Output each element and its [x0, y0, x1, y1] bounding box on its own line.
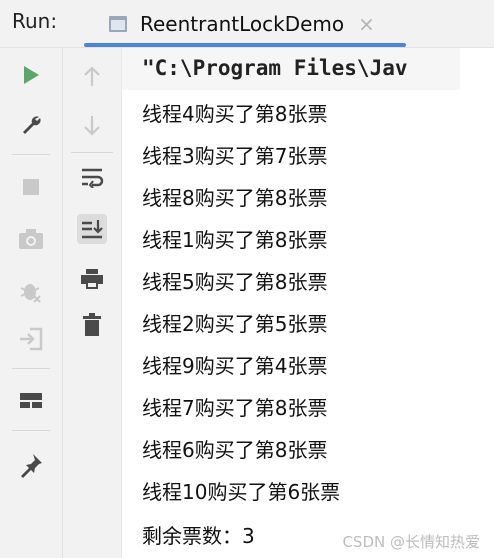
print-icon[interactable] [77, 264, 107, 294]
login-icon[interactable] [16, 324, 46, 354]
pin-icon[interactable] [16, 450, 46, 480]
console-line: 线程7购买了第8张票 [142, 396, 328, 420]
camera-icon[interactable] [16, 224, 46, 254]
run-label: Run: [12, 9, 58, 33]
console-line: 线程4购买了第8张票 [142, 102, 328, 126]
trash-icon[interactable] [77, 310, 107, 340]
console-line: 线程6购买了第8张票 [142, 438, 328, 462]
console-line: 线程9购买了第4张票 [142, 354, 328, 378]
console-output[interactable]: "C:\Program Files\Jav 线程4购买了第8张票 线程3购买了第… [122, 48, 494, 558]
console-line-remaining: 剩余票数：3 [142, 524, 255, 548]
left-toolbar [0, 48, 63, 558]
run-tool-window-header: Run: ReentrantLockDemo × [0, 0, 494, 48]
toolbar-separator [12, 368, 50, 369]
console-line: 线程2购买了第5张票 [142, 312, 328, 336]
console-line: 线程10购买了第6张票 [142, 480, 341, 504]
console-line: 线程5购买了第8张票 [142, 270, 328, 294]
up-arrow-icon[interactable] [77, 62, 107, 92]
run-icon[interactable] [16, 60, 46, 90]
toolbar-separator [12, 154, 50, 155]
console-line: 线程8购买了第8张票 [142, 186, 328, 210]
scroll-to-end-icon[interactable] [77, 214, 107, 244]
console-file-icon [109, 15, 127, 32]
tab-title: ReentrantLockDemo [140, 11, 345, 36]
bug-icon[interactable] [16, 276, 46, 306]
tab-reentrant-lock-demo[interactable]: ReentrantLockDemo × [84, 0, 406, 47]
console-line: 线程3购买了第7张票 [142, 144, 328, 168]
toolbar-separator [71, 152, 113, 153]
csdn-watermark: CSDN @长情知热爱 [342, 533, 480, 551]
down-arrow-icon[interactable] [77, 110, 107, 140]
wrench-icon[interactable] [16, 110, 46, 140]
layout-icon[interactable] [16, 386, 46, 416]
console-toolbar [63, 48, 122, 558]
toolbar-separator [12, 430, 50, 431]
close-tab-icon[interactable]: × [358, 14, 375, 34]
soft-wrap-icon[interactable] [77, 162, 107, 192]
command-line-text: "C:\Program Files\Jav [142, 56, 408, 80]
stop-icon[interactable] [16, 172, 46, 202]
console-line: 线程1购买了第8张票 [142, 228, 328, 252]
active-tab-indicator [84, 43, 406, 47]
